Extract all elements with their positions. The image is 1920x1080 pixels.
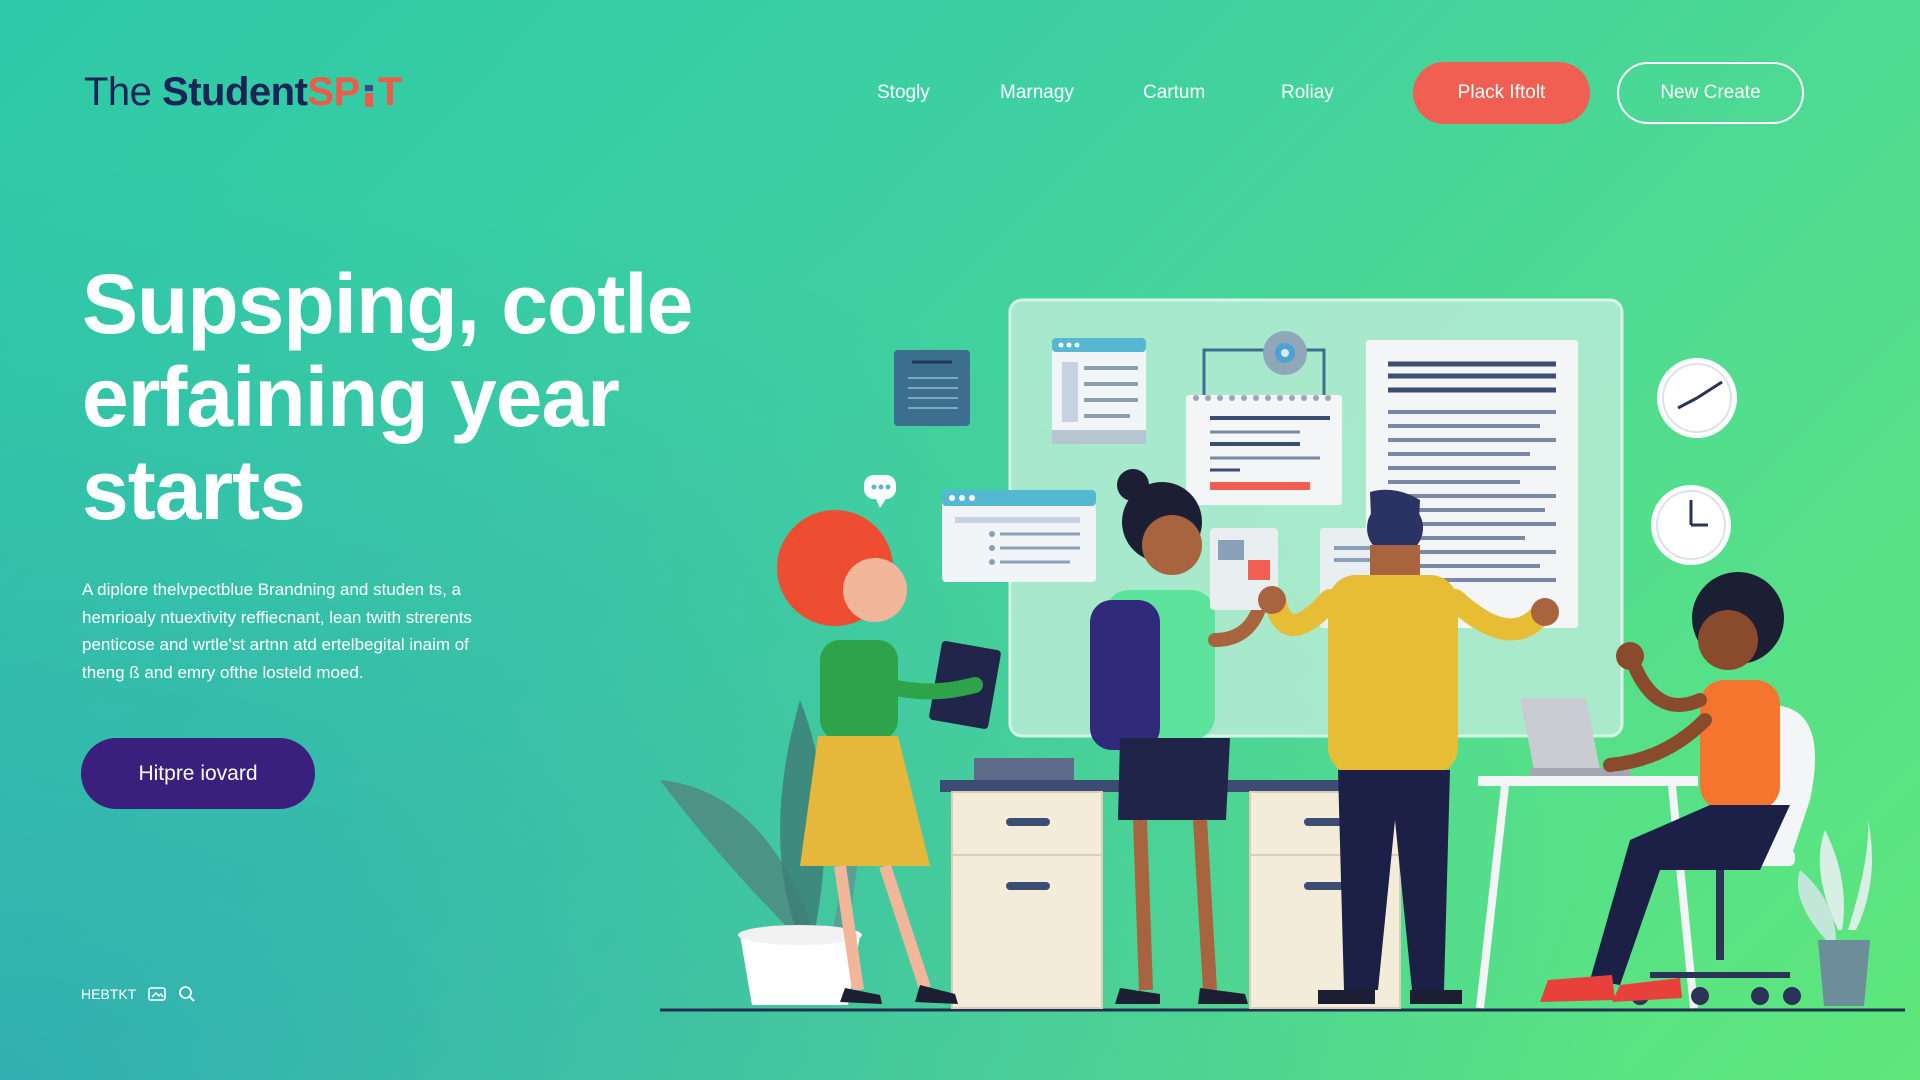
hero-title-line-2: erfaining year (82, 350, 620, 444)
notepad-card (1186, 331, 1342, 505)
hero-description: A diplore thelvpectblue Brandning and st… (82, 576, 582, 686)
logo-text-t: T (377, 70, 402, 114)
cta-primary-button[interactable]: Plack Iftolt (1413, 62, 1590, 124)
logo-text-student: Student (162, 70, 308, 114)
logo-text-sp: SP (307, 70, 360, 114)
potted-plant-left (660, 680, 862, 1005)
side-table (1476, 698, 1698, 1009)
sticky-note-icon (894, 350, 970, 426)
logo-text-the: The (84, 70, 163, 114)
nav-item-roliay[interactable]: Roliay (1281, 82, 1334, 104)
chat-bubble-icon (864, 475, 896, 508)
hero-description-line-4: theng ß and emry ofthe losteld moed. (82, 662, 364, 682)
whiteboard (1008, 298, 1624, 738)
browser-window-card (1052, 338, 1146, 444)
hero-description-line-3: penticose and wrtle'st artnn atd ertelbe… (82, 635, 469, 654)
person-red-hair (777, 510, 1001, 1004)
cta-secondary-button[interactable]: New Create (1617, 62, 1804, 124)
nav-item-marnagy[interactable]: Marnagy (1000, 82, 1074, 104)
background-gradient (0, 0, 1920, 1080)
hero-title-line-3: starts (82, 443, 306, 537)
hero-description-line-1: A diplore thelvpectblue Brandning and st… (82, 580, 461, 599)
brand-logo[interactable]: The StudentSP T (84, 70, 402, 115)
hero-description-line-2: hemrioaly ntuextivity reffiecnant, lean … (82, 607, 472, 627)
person-yellow-shirt (1258, 489, 1559, 1004)
clock-icon (1651, 485, 1731, 565)
search-icon[interactable] (178, 985, 196, 1003)
image-icon[interactable] (148, 986, 167, 1002)
clock-icon (1657, 358, 1737, 438)
person-backpack (1090, 469, 1278, 1004)
potted-plant-right (1797, 820, 1872, 1006)
hero-action-button[interactable]: Hitpre iovard (81, 738, 315, 809)
hero-title: Supsping, cotle erfaining year starts (82, 258, 762, 537)
footer-toolbar: HEBTKT (81, 985, 196, 1003)
nav-item-cartum[interactable]: Cartum (1143, 82, 1205, 104)
hero-illustration (660, 298, 1905, 1012)
hero-title-line-1: Supsping, cotle (82, 257, 693, 351)
desk (940, 758, 1401, 1009)
person-seated (1540, 572, 1790, 1002)
app-window-card (942, 490, 1096, 582)
office-chair (1631, 705, 1815, 1005)
footer-label: HEBTKT (81, 986, 137, 1002)
document-card (1366, 340, 1578, 628)
nav-item-stogly[interactable]: Stogly (877, 82, 930, 104)
document-card-back (1320, 528, 1400, 628)
